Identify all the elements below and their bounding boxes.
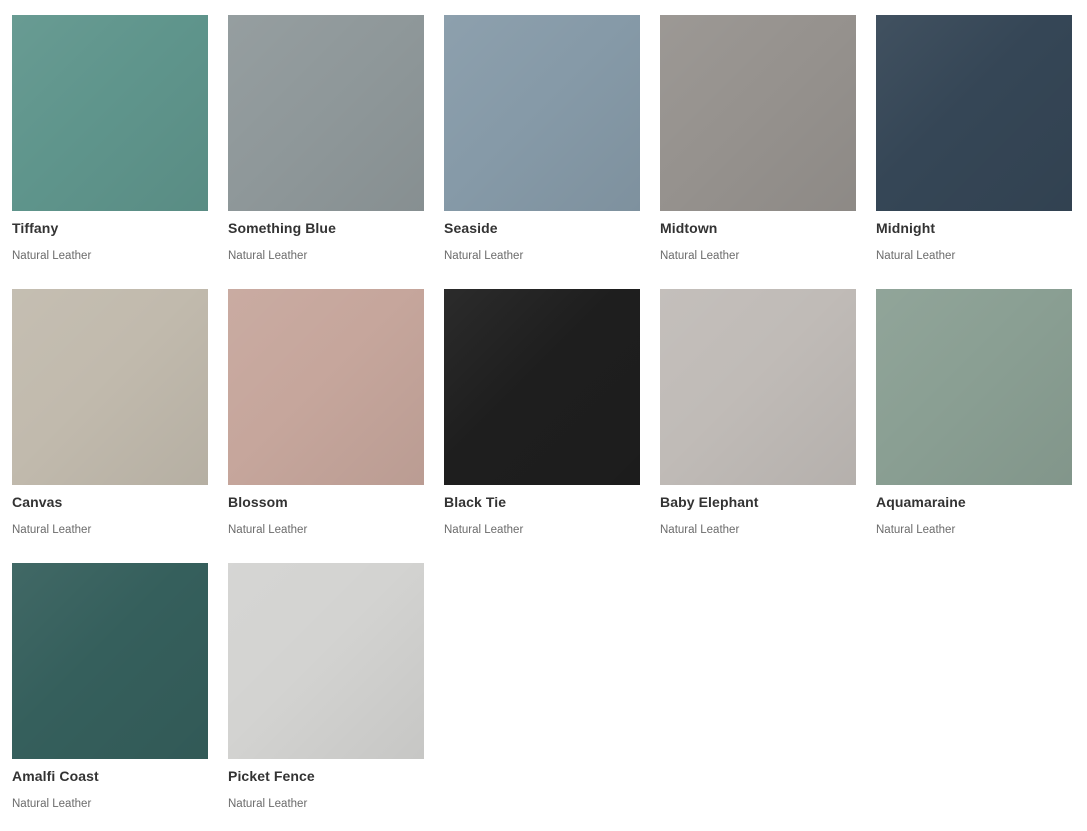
swatch-grid: Tiffany Natural Leather Something Blue N… (0, 0, 1087, 831)
swatch-name[interactable]: Canvas (12, 494, 62, 510)
swatch-card-baby-elephant[interactable]: Baby Elephant Natural Leather (660, 289, 856, 536)
swatch-material: Natural Leather (12, 250, 92, 262)
swatch-card-blossom[interactable]: Blossom Natural Leather (228, 289, 424, 536)
swatch-material: Natural Leather (228, 250, 308, 262)
swatch-card-something-blue[interactable]: Something Blue Natural Leather (228, 15, 424, 262)
swatch-image[interactable] (228, 15, 424, 211)
swatch-image[interactable] (660, 15, 856, 211)
swatch-image[interactable] (444, 15, 640, 211)
swatch-image[interactable] (12, 563, 208, 759)
swatch-image[interactable] (660, 289, 856, 485)
swatch-image[interactable] (876, 15, 1072, 211)
swatch-image[interactable] (228, 563, 424, 759)
swatch-name[interactable]: Baby Elephant (660, 494, 759, 510)
swatch-name[interactable]: Tiffany (12, 220, 58, 236)
swatch-material: Natural Leather (444, 524, 524, 536)
swatch-name[interactable]: Midtown (660, 220, 717, 236)
swatch-material: Natural Leather (12, 524, 92, 536)
swatch-material: Natural Leather (660, 524, 740, 536)
swatch-card-midnight[interactable]: Midnight Natural Leather (876, 15, 1072, 262)
swatch-material: Natural Leather (228, 524, 308, 536)
swatch-card-picket-fence[interactable]: Picket Fence Natural Leather (228, 563, 424, 810)
swatch-image[interactable] (12, 289, 208, 485)
swatch-card-black-tie[interactable]: Black Tie Natural Leather (444, 289, 640, 536)
swatch-material: Natural Leather (444, 250, 524, 262)
swatch-material: Natural Leather (876, 524, 956, 536)
swatch-name[interactable]: Amalfi Coast (12, 768, 99, 784)
swatch-name[interactable]: Blossom (228, 494, 288, 510)
swatch-material: Natural Leather (876, 250, 956, 262)
swatch-image[interactable] (228, 289, 424, 485)
swatch-card-canvas[interactable]: Canvas Natural Leather (12, 289, 208, 536)
swatch-card-amalfi-coast[interactable]: Amalfi Coast Natural Leather (12, 563, 208, 810)
swatch-name[interactable]: Black Tie (444, 494, 506, 510)
swatch-name[interactable]: Midnight (876, 220, 935, 236)
swatch-image[interactable] (876, 289, 1072, 485)
swatch-name[interactable]: Aquamaraine (876, 494, 966, 510)
swatch-name[interactable]: Picket Fence (228, 768, 315, 784)
swatch-card-aquamaraine[interactable]: Aquamaraine Natural Leather (876, 289, 1072, 536)
swatch-image[interactable] (12, 15, 208, 211)
swatch-material: Natural Leather (12, 798, 92, 810)
swatch-name[interactable]: Seaside (444, 220, 498, 236)
swatch-material: Natural Leather (228, 798, 308, 810)
swatch-card-tiffany[interactable]: Tiffany Natural Leather (12, 15, 208, 262)
swatch-image[interactable] (444, 289, 640, 485)
swatch-material: Natural Leather (660, 250, 740, 262)
swatch-card-seaside[interactable]: Seaside Natural Leather (444, 15, 640, 262)
swatch-card-midtown[interactable]: Midtown Natural Leather (660, 15, 856, 262)
swatch-name[interactable]: Something Blue (228, 220, 336, 236)
